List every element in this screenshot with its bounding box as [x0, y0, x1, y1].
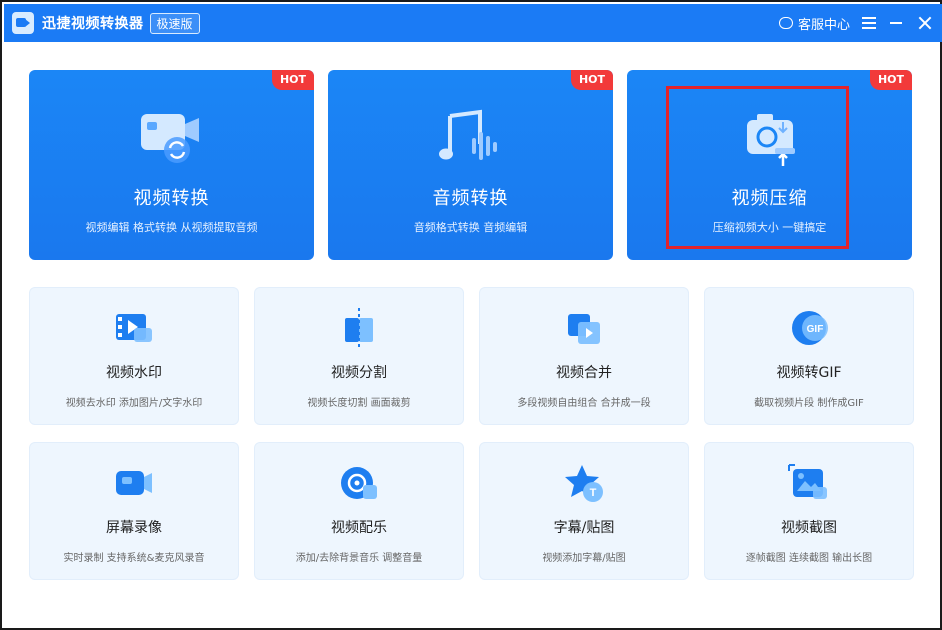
gif-icon: GIF	[792, 311, 828, 345]
tool-title: 视频转GIF	[776, 365, 842, 381]
audio-convert-icon	[438, 109, 497, 160]
svg-text:GIF: GIF	[807, 324, 824, 335]
tool-video-merge[interactable]: 视频合并 多段视频自由组合 合并成一段	[479, 287, 689, 425]
tool-subtitle: 视频添加字幕/贴图	[542, 553, 626, 564]
watermark-icon	[116, 314, 152, 342]
app-window: 迅捷视频转换器 极速版 客服中心 HOT 视频转换 视频编辑 格式转换 从视频提…	[0, 0, 942, 630]
tool-title: 视频截图	[781, 520, 837, 536]
merge-icon	[568, 314, 600, 344]
app-logo-icon	[12, 12, 34, 34]
tool-subtitle: 逐帧截图 连续截图 输出长图	[745, 553, 873, 564]
tool-video-screenshot[interactable]: 视频截图 逐帧截图 连续截图 输出长图	[704, 442, 914, 580]
hot-badge: HOT	[571, 70, 613, 90]
tool-video-watermark[interactable]: 视频水印 视频去水印 添加图片/文字水印	[29, 287, 239, 425]
hot-badge: HOT	[870, 70, 912, 90]
music-icon	[341, 467, 377, 499]
title-bar: 迅捷视频转换器 极速版 客服中心	[4, 4, 942, 42]
support-center-button[interactable]: 客服中心	[798, 14, 850, 33]
audio-convert-card[interactable]: HOT 音频转换 音频格式转换 音频编辑	[328, 70, 613, 260]
tool-subtitle: 截取视频片段 制作成GIF	[754, 398, 864, 409]
edition-badge: 极速版	[149, 12, 200, 34]
split-icon	[345, 308, 373, 348]
tool-title: 字幕/贴图	[553, 520, 615, 536]
tool-title: 视频水印	[106, 365, 162, 381]
screen-record-icon	[116, 471, 152, 495]
tool-title: 视频合并	[556, 365, 612, 381]
card-title: 音频转换	[432, 188, 509, 209]
tool-video-split[interactable]: 视频分割 视频长度切割 画面裁剪	[254, 287, 464, 425]
highlight-box	[666, 86, 849, 249]
close-icon[interactable]	[918, 16, 932, 30]
tool-subtitle-sticker[interactable]: T 字幕/贴图 视频添加字幕/贴图	[479, 442, 689, 580]
tool-title: 屏幕录像	[106, 520, 162, 536]
card-title: 视频转换	[133, 188, 210, 209]
chat-icon[interactable]	[778, 17, 793, 29]
tool-subtitle: 实时录制 支持系统&麦克风录音	[63, 553, 205, 564]
app-title: 迅捷视频转换器	[42, 16, 144, 32]
card-subtitle: 音频格式转换 音频编辑	[413, 221, 528, 234]
tool-title: 视频配乐	[331, 520, 387, 536]
svg-text:T: T	[590, 487, 597, 499]
tool-subtitle: 添加/去除背景音乐 调整音量	[295, 553, 423, 564]
minimize-icon[interactable]	[890, 22, 902, 24]
hot-badge: HOT	[272, 70, 314, 90]
card-subtitle: 视频编辑 格式转换 从视频提取音频	[85, 221, 258, 234]
title-controls: 客服中心	[778, 14, 942, 33]
tool-subtitle: 视频去水印 添加图片/文字水印	[65, 398, 203, 409]
tool-video-music[interactable]: 视频配乐 添加/去除背景音乐 调整音量	[254, 442, 464, 580]
tool-subtitle: 多段视频自由组合 合并成一段	[517, 398, 651, 409]
video-convert-icon	[140, 114, 199, 163]
video-convert-card[interactable]: HOT 视频转换 视频编辑 格式转换 从视频提取音频	[29, 70, 314, 260]
tool-subtitle: 视频长度切割 画面裁剪	[307, 398, 411, 409]
menu-icon[interactable]	[862, 17, 876, 29]
tool-title: 视频分割	[331, 365, 387, 381]
tool-screen-record[interactable]: 屏幕录像 实时录制 支持系统&麦克风录音	[29, 442, 239, 580]
screenshot-icon	[788, 464, 827, 499]
tool-video-to-gif[interactable]: GIF 视频转GIF 截取视频片段 制作成GIF	[704, 287, 914, 425]
subtitle-icon: T	[565, 465, 603, 502]
